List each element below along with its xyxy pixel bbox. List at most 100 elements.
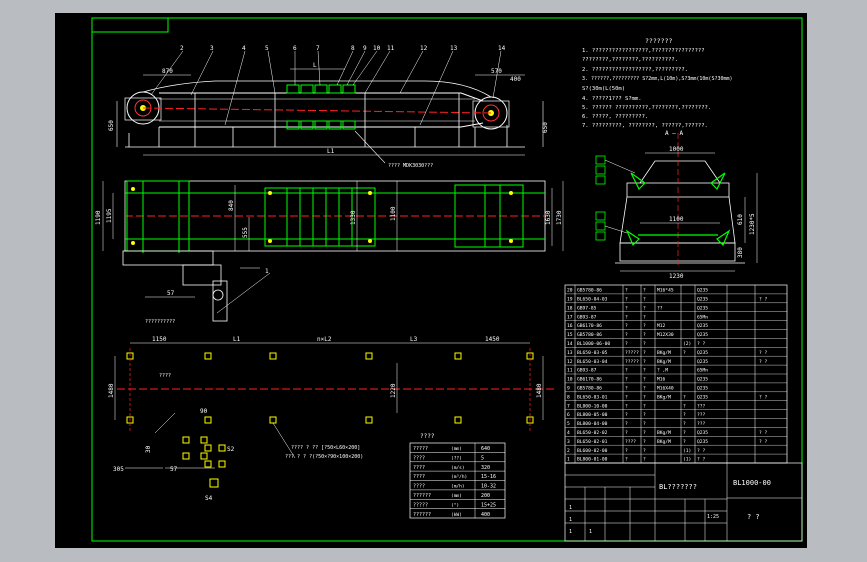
dim-L: L (313, 62, 317, 69)
parts-list-cell: ? (625, 457, 628, 463)
parts-list-cell: ? (683, 403, 686, 409)
parts-list-cell: Q235 (697, 323, 708, 329)
param-unit: (kW) (451, 512, 462, 518)
parts-list-cell: 15 (567, 332, 573, 338)
engineering-drawing: 2 3 4 5 6 7 8 9 10 11 12 13 14 870 570 4… (91, 17, 803, 542)
svg-text:1230*5: 1230*5 (749, 213, 756, 235)
parts-list-cell: GB5780-86 (577, 386, 602, 392)
parts-list-cell: ? (683, 394, 686, 400)
param-value: 400 (481, 512, 490, 518)
svg-text:n×L2: n×L2 (317, 336, 332, 343)
technical-notes: ??????? 1. ?????????????????,???????????… (582, 37, 733, 129)
parts-list-cell: 20 (567, 288, 573, 294)
parts-list-cell: BL650-03-05 (577, 350, 608, 356)
parts-list-cell: Q235 (697, 305, 708, 311)
svg-text:1: 1 (265, 268, 269, 275)
parts-list-cell: ? (625, 314, 628, 320)
parts-list-cell: BL650-03-04 (577, 359, 608, 365)
svg-text:1: 1 (569, 529, 572, 535)
part-label-8: 8 (351, 45, 355, 52)
svg-text:57: 57 (167, 290, 175, 297)
parts-list-cell: 1 (567, 457, 570, 463)
parts-list-cell: Q235 (697, 332, 708, 338)
parts-list-cell: ????? (625, 359, 639, 365)
svg-text:????????,????????,??????????.: ????????,????????,??????????. (582, 57, 678, 63)
parts-list-cell: 8 (567, 394, 570, 400)
parts-list-cell: ? (643, 341, 646, 347)
param-unit: (m/s) (451, 465, 465, 471)
parts-list-cell: ? (625, 323, 628, 329)
svg-text:1150: 1150 (152, 336, 167, 343)
parts-list-cell: ? (643, 386, 646, 392)
parts-list-cell: ? (643, 368, 646, 374)
dim-650-right: 650 (542, 122, 549, 133)
parts-list-cell: ? (625, 403, 628, 409)
parts-list-cell: GB93-87 (577, 314, 597, 320)
parts-list-cell: ? (643, 403, 646, 409)
part-label-5: 5 (265, 45, 269, 52)
parts-list-cell: ? (625, 288, 628, 294)
svg-text:1:25: 1:25 (707, 514, 719, 520)
svg-text:1. ?????????????????,?????????: 1. ?????????????????,???????????????? (582, 48, 705, 54)
dim-400: 400 (510, 76, 521, 83)
svg-text:L3: L3 (410, 336, 418, 343)
parts-list-cell: BKg/M (657, 359, 671, 365)
parts-list-cell: 9 (567, 386, 570, 392)
parts-list-cell: ? ? (759, 394, 768, 400)
param-value: 640 (481, 446, 490, 452)
parts-list-cell: BL650-02-01 (577, 439, 608, 445)
svg-text:S4: S4 (205, 495, 213, 502)
parts-list-cell: ? (643, 457, 646, 463)
parts-list-cell: Q235 (697, 350, 708, 356)
parts-list-cell: BL800-10-00 (577, 403, 608, 409)
dim-870: 870 (162, 68, 173, 75)
svg-text:????: ???? (159, 373, 171, 379)
parts-list-cell: ? (683, 430, 686, 436)
drawing-number: BL1000-00 (733, 479, 771, 487)
svg-text:1480: 1480 (536, 383, 543, 398)
parts-list-cell: 12 (567, 359, 573, 365)
svg-text:380: 380 (737, 247, 744, 258)
parts-list-cell: ???? (625, 439, 636, 445)
svg-text:2. ??????????????????,????????: 2. ??????????????????,?????????. (582, 67, 688, 73)
part-label-7: 7 (316, 45, 320, 52)
parts-list-cell: BL800-01-00 (577, 457, 608, 463)
svg-text:4. ?????1??? S?mm.: 4. ?????1??? S?mm. (582, 96, 642, 102)
parts-list-cell: ? (625, 305, 628, 311)
parts-list-cell: Q235 (697, 377, 708, 383)
tech-notes-title: ??????? (645, 37, 672, 45)
parts-list-cell: ? (683, 421, 686, 427)
parts-list-cell: (1) (683, 457, 691, 463)
param-name: ???? (413, 474, 425, 480)
param-unit: (m/h) (451, 484, 465, 490)
parts-list-cell: 3 (567, 439, 570, 445)
param-name: ???? (413, 484, 425, 490)
parts-list-cell: 14 (567, 341, 573, 347)
frame-label-box (91, 17, 169, 33)
parts-list-cell: 10 (567, 377, 573, 383)
parts-list-cell: Q235 (697, 359, 708, 365)
parts-list-cell: ? (643, 314, 646, 320)
part-label-13: 13 (450, 45, 458, 52)
part-label-6: 6 (293, 45, 297, 52)
param-table-title: ???? (420, 433, 435, 440)
svg-text:1195: 1195 (106, 208, 113, 223)
svg-text:1100: 1100 (390, 206, 397, 221)
parts-list-cell: ? (625, 412, 628, 418)
parts-list-cell: ? ? (759, 297, 768, 303)
parts-list-cell: ? (643, 350, 646, 356)
param-unit: (m³/h) (451, 474, 467, 480)
dim-570: 570 (491, 68, 502, 75)
part-label-10: 10 (373, 45, 381, 52)
parts-list-cell: 7 (567, 403, 570, 409)
param-name: ???? (413, 465, 425, 471)
svg-text:555: 555 (242, 227, 249, 238)
parts-list-cell: ??? (697, 421, 706, 427)
dim-650-left: 650 (108, 120, 115, 131)
parts-list-cell: ? (625, 386, 628, 392)
parts-list-cell: ? (625, 368, 628, 374)
parts-list-cell: ? ,M (657, 368, 668, 374)
parts-list-cell: ? ? (759, 439, 768, 445)
parts-list-cell: ? (643, 359, 646, 365)
parts-list-cell: 65Mn (697, 314, 708, 320)
